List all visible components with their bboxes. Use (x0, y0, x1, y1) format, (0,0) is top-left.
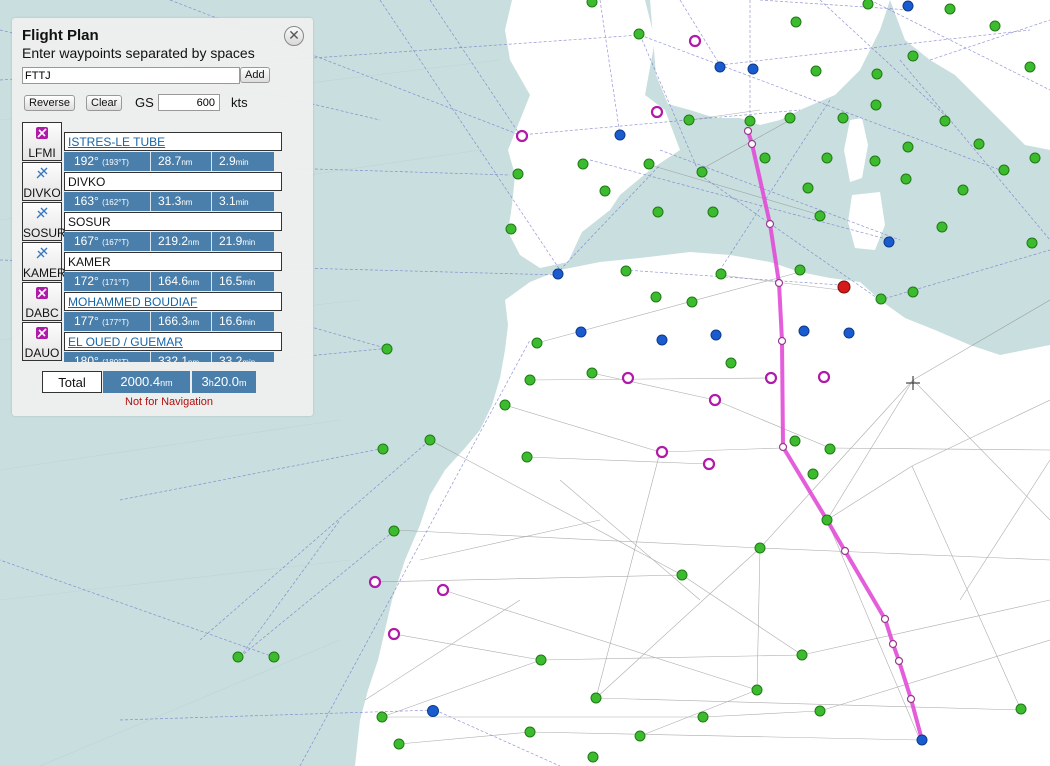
leg-heading: 177° (177°T) (74, 314, 129, 328)
leg-row: 192° (193°T) 28.7nm 2.9min (64, 152, 274, 171)
leg-heading: 167° (167°T) (74, 234, 129, 248)
leg-separator (211, 152, 212, 171)
leg-distance: 164.6nm (158, 274, 200, 288)
waypoint-code-box[interactable]: KAMER (22, 242, 66, 281)
leg-separator (211, 192, 212, 211)
leg-row: 167° (167°T) 219.2nm 21.9min (64, 232, 274, 251)
gs-label: GS (135, 95, 154, 110)
leg-distance: 332.1nm (158, 354, 199, 362)
airport-icon (35, 126, 49, 140)
leg-separator (211, 232, 212, 251)
close-icon[interactable]: ✕ (284, 26, 304, 46)
airport-icon (35, 286, 49, 300)
fix-icon (35, 166, 49, 180)
leg-distance: 166.3nm (158, 314, 200, 328)
total-time: 3h20.0m (192, 371, 256, 393)
leg-separator (211, 312, 212, 331)
leg-row: 177° (177°T) 166.3nm 16.6min (64, 312, 274, 331)
waypoint-code: DAUO (24, 346, 60, 360)
leg-distance: 28.7nm (158, 154, 193, 168)
leg-separator (150, 272, 151, 291)
leg-separator (150, 352, 151, 362)
waypoint-name-link[interactable]: EL OUED / GUEMAR (64, 332, 282, 351)
leg-separator (150, 152, 151, 171)
leg-heading: 192° (193°T) (74, 154, 129, 168)
waypoint-code: KAMER (23, 266, 66, 280)
waypoint-code: DIVKO (23, 186, 61, 200)
leg-time: 33.2min (219, 354, 255, 362)
crosshair-cursor-icon (906, 376, 920, 390)
leg-time: 2.9min (219, 154, 249, 168)
airport-icon (35, 326, 49, 340)
leg-separator (150, 192, 151, 211)
waypoint-name-link[interactable]: ISTRES-LE TUBE (64, 132, 282, 151)
fix-icon (35, 206, 49, 220)
leg-distance: 219.2nm (158, 234, 200, 248)
waypoint-name: KAMER (64, 252, 282, 271)
panel-subtitle: Enter waypoints separated by spaces (22, 45, 255, 61)
leg-heading: 172° (171°T) (74, 274, 129, 288)
panel-title: Flight Plan (22, 27, 99, 44)
waypoint-name: SOSUR (64, 212, 282, 231)
total-label: Total (42, 371, 102, 393)
leg-row: 180° (180°T) 332.1nm 33.2min (64, 352, 274, 362)
flight-plan-panel: Flight Plan Enter waypoints separated by… (12, 18, 313, 416)
waypoint-code-box[interactable]: SOSUR (22, 202, 66, 241)
kts-label: kts (231, 95, 248, 110)
leg-time: 21.9min (219, 234, 256, 248)
waypoint-code: LFMI (28, 146, 56, 160)
total-distance: 2000.4nm (103, 371, 190, 393)
leg-separator (211, 272, 212, 291)
leg-separator (150, 232, 151, 251)
leg-row: 163° (162°T) 31.3nm 3.1min (64, 192, 274, 211)
reverse-button[interactable]: Reverse (24, 95, 75, 111)
leg-distance: 31.3nm (158, 194, 193, 208)
leg-separator (150, 312, 151, 331)
not-for-navigation-note: Not for Navigation (125, 396, 214, 408)
add-button[interactable]: Add (240, 67, 270, 83)
warning-point[interactable] (837, 280, 851, 294)
leg-time: 3.1min (219, 194, 249, 208)
clear-button[interactable]: Clear (86, 95, 123, 111)
leg-time: 16.5min (219, 274, 256, 288)
ground-speed-input[interactable] (158, 94, 220, 111)
waypoint-code-box[interactable]: DABC (22, 282, 62, 321)
waypoint-code-box[interactable]: LFMI (22, 122, 62, 161)
leg-time: 16.6min (219, 314, 256, 328)
leg-heading: 180° (180°T) (74, 354, 129, 362)
leg-separator (211, 352, 212, 362)
leg-row: 172° (171°T) 164.6nm 16.5min (64, 272, 274, 291)
waypoint-code-box[interactable]: DIVKO (22, 162, 62, 201)
waypoint-code: DABC (25, 306, 59, 320)
waypoint-name-link[interactable]: MOHAMMED BOUDIAF (64, 292, 282, 311)
fix-icon (35, 246, 49, 260)
waypoint-list: LFMI ISTRES-LE TUBE 192° (193°T) 28.7nm 2.9m… (22, 122, 297, 362)
waypoint-code: SOSUR (23, 226, 66, 240)
waypoint-input[interactable] (22, 67, 240, 84)
leg-heading: 163° (162°T) (74, 194, 129, 208)
waypoint-name: DIVKO (64, 172, 282, 191)
waypoint-code-box[interactable]: DAUO (22, 322, 62, 361)
